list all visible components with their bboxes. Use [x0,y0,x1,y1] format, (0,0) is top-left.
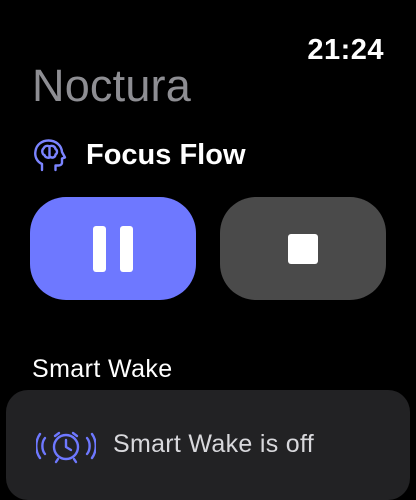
alarm-clock-icon [36,431,96,464]
session-header: Focus Flow [30,135,246,175]
smart-wake-status: Smart Wake is off [113,430,314,458]
smart-wake-heading: Smart Wake [32,355,173,383]
pause-button[interactable] [30,197,196,300]
brain-icon [34,139,67,172]
stop-icon [288,233,318,264]
app-title: Noctura [32,60,191,111]
stop-button[interactable] [220,197,386,300]
pause-icon [93,225,133,272]
smart-wake-card[interactable]: Smart Wake is off [6,390,410,500]
status-time: 21:24 [307,34,384,66]
session-name: Focus Flow [86,138,246,171]
